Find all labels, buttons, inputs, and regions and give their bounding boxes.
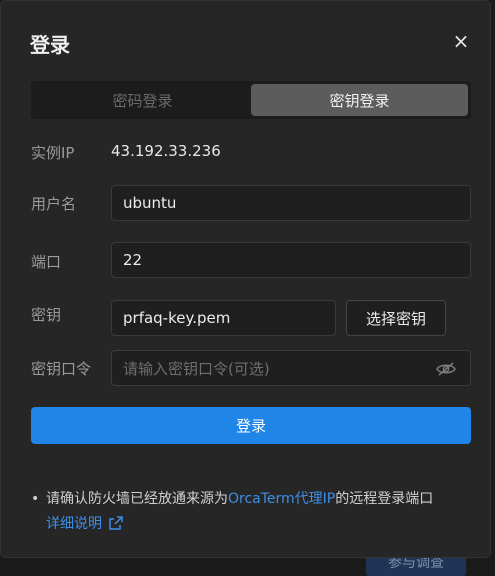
select-key-button[interactable]: 选择密钥 bbox=[346, 300, 446, 336]
passphrase-placeholder: 请输入密钥口令(可选) bbox=[123, 359, 270, 378]
login-mode-tabs: 密码登录 密钥登录 bbox=[31, 81, 471, 119]
orcaterm-proxy-ip-link[interactable]: OrcaTerm代理IP bbox=[228, 491, 335, 507]
firewall-notice: • 请确认防火墙已经放通来源为OrcaTerm代理IP的远程登录端口 详细说明 bbox=[31, 487, 471, 537]
external-link-icon[interactable] bbox=[108, 515, 124, 531]
login-dialog: 登录 × 密码登录 密钥登录 实例IP 43.192.33.236 用户名 ub… bbox=[0, 0, 491, 558]
port-input[interactable]: 22 bbox=[111, 242, 471, 278]
notice-text-before: 请确认防火墙已经放通来源为 bbox=[46, 491, 228, 507]
key-label: 密钥 bbox=[31, 306, 62, 324]
notice-text-after: 的远程登录端口 bbox=[335, 491, 434, 507]
instance-ip-value: 43.192.33.236 bbox=[111, 142, 221, 160]
detail-link[interactable]: 详细说明 bbox=[46, 516, 102, 532]
tab-key-login[interactable]: 密钥登录 bbox=[251, 84, 468, 116]
dialog-title: 登录 bbox=[30, 33, 70, 57]
username-label: 用户名 bbox=[31, 195, 77, 213]
close-icon[interactable]: × bbox=[449, 29, 473, 53]
username-input[interactable]: ubuntu bbox=[111, 185, 471, 221]
instance-ip-label: 实例IP bbox=[31, 144, 75, 162]
bullet-dot: • bbox=[31, 491, 40, 507]
passphrase-label: 密钥口令 bbox=[31, 360, 92, 378]
tab-password-login[interactable]: 密码登录 bbox=[34, 84, 251, 116]
passphrase-input[interactable]: 请输入密钥口令(可选) bbox=[111, 350, 471, 386]
login-button[interactable]: 登录 bbox=[31, 407, 471, 444]
key-file-input[interactable]: prfaq-key.pem bbox=[111, 300, 336, 336]
port-label: 端口 bbox=[31, 253, 62, 271]
eye-off-icon[interactable] bbox=[436, 361, 456, 377]
